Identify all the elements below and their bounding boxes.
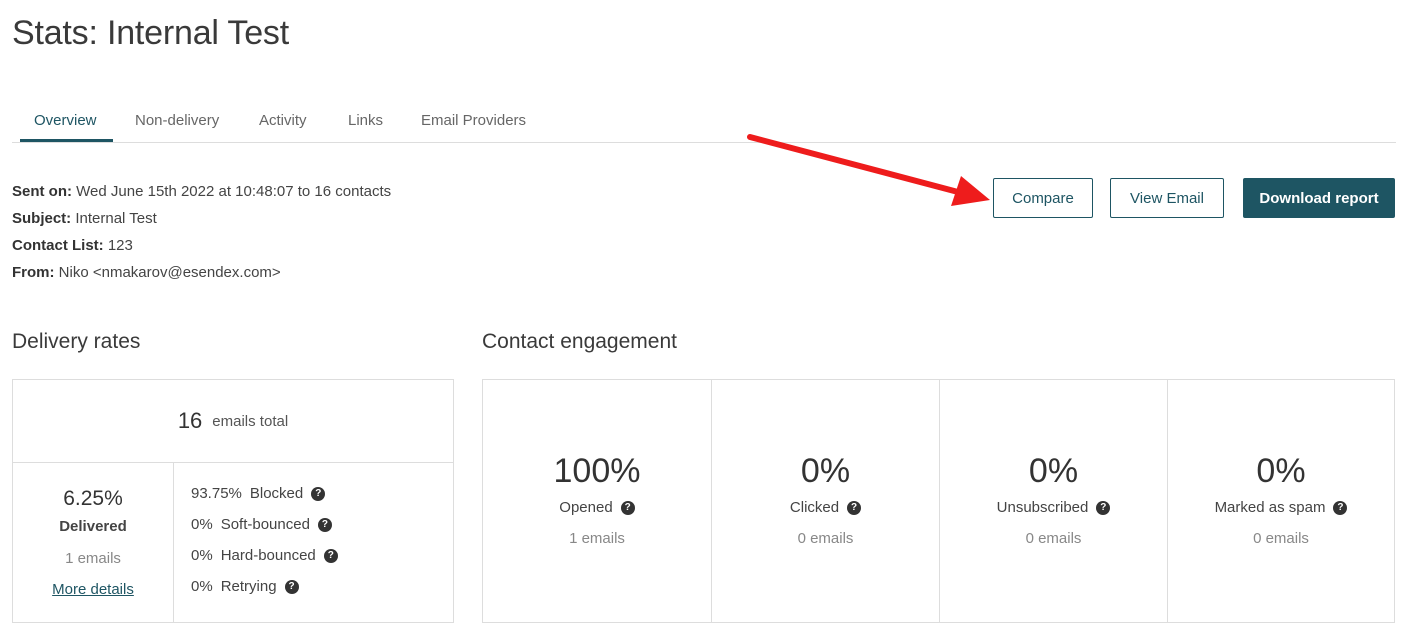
question-circle-icon[interactable]: ? [1096,500,1111,515]
clicked-label: Clicked [789,499,840,516]
unsubscribed-count: 0 emails [1025,530,1082,547]
question-circle-icon[interactable]: ? [620,500,635,515]
spam-label: Marked as spam [1214,499,1326,516]
question-circle-icon[interactable]: ? [847,500,862,515]
tab-email-providers[interactable]: Email Providers [419,112,528,129]
sent-on-label: Sent on: [12,183,72,200]
spam-percentage: 0% [1256,452,1306,490]
emails-total-label: emails total [212,412,289,430]
from-row: From: Niko <nmakarov@esendex.com> [12,262,391,289]
emails-total: 16 emails total [13,380,453,463]
subject-label: Subject: [12,210,72,227]
question-circle-icon[interactable]: ? [311,486,326,501]
breakdown-value: 0% [191,515,213,533]
clicked-percentage: 0% [800,452,851,490]
opened-label-row: Opened ? [483,499,711,516]
contact-list-label: Contact List: [12,237,104,254]
emails-total-value: 16 [177,408,203,433]
download-report-button[interactable]: Download report [1243,178,1395,218]
breakdown-label: Hard-bounced [220,546,316,564]
contact-list-row: Contact List: 123 [12,235,391,262]
breakdown-value: 0% [191,546,213,564]
contact-engagement-card: 100% Opened ? 1 emails 0% Clicked ? 0 em… [482,379,1395,623]
breakdown-row-hard-bounced: 0% Hard-bounced ? [191,540,338,571]
engagement-clicked: 0% Clicked ? 0 emails [711,380,939,622]
sent-on-row: Sent on: Wed June 15th 2022 at 10:48:07 … [12,181,391,208]
opened-count: 1 emails [569,530,625,547]
tab-activity[interactable]: Activity [257,112,309,129]
delivered-summary: 6.25% Delivered 1 emails More details [13,463,174,623]
tab-overview[interactable]: Overview [32,112,99,129]
question-circle-icon[interactable]: ? [317,517,332,532]
spam-count: 0 emails [1253,530,1309,547]
engagement-opened: 100% Opened ? 1 emails [483,380,711,622]
stats-tabs: Overview Non-delivery Activity Links Ema… [12,100,1396,143]
unsubscribed-label-row: Unsubscribed ? [940,499,1167,516]
unsubscribed-label: Unsubscribed [996,499,1089,516]
opened-label: Opened [559,499,613,516]
non-delivery-breakdown: 93.75% Blocked ? 0% Soft-bounced ? 0% Ha… [191,478,338,602]
spam-label-row: Marked as spam ? [1168,499,1394,516]
tab-links[interactable]: Links [346,112,385,129]
opened-percentage: 100% [553,452,641,490]
delivered-count: 1 emails [65,550,121,567]
breakdown-label: Soft-bounced [220,515,310,533]
breakdown-label: Blocked [249,484,304,502]
clicked-label-row: Clicked ? [712,499,939,516]
breakdown-label: Retrying [220,577,277,595]
engagement-unsubscribed: 0% Unsubscribed ? 0 emails [939,380,1167,622]
delivered-percentage: 6.25% [63,487,123,510]
breakdown-row-blocked: 93.75% Blocked ? [191,478,338,509]
campaign-meta: Sent on: Wed June 15th 2022 at 10:48:07 … [12,181,391,289]
breakdown-value: 0% [191,577,213,595]
breakdown-row-retrying: 0% Retrying ? [191,571,338,602]
unsubscribed-percentage: 0% [1028,452,1079,490]
delivery-rates-card: 16 emails total 6.25% Delivered 1 emails… [12,379,454,623]
active-tab-indicator [20,139,113,142]
delivered-label: Delivered [59,518,127,535]
engagement-marked-as-spam: 0% Marked as spam ? 0 emails [1167,380,1394,622]
breakdown-value: 93.75% [191,484,242,502]
question-circle-icon[interactable]: ? [284,579,299,594]
question-circle-icon[interactable]: ? [1333,500,1348,515]
delivery-rates-title: Delivery rates [12,330,141,353]
view-email-button[interactable]: View Email [1110,178,1224,218]
subject-row: Subject: Internal Test [12,208,391,235]
contact-list-value: 123 [107,237,133,254]
from-label: From: [12,264,55,281]
page-title: Stats: Internal Test [12,14,289,52]
tab-non-delivery[interactable]: Non-delivery [133,112,221,129]
breakdown-row-soft-bounced: 0% Soft-bounced ? [191,509,338,540]
sent-on-value: Wed June 15th 2022 at 10:48:07 to 16 con… [76,183,392,200]
subject-value: Internal Test [75,210,157,227]
question-circle-icon[interactable]: ? [323,548,338,563]
from-value: Niko <nmakarov@esendex.com> [58,264,281,281]
contact-engagement-title: Contact engagement [482,330,677,353]
clicked-count: 0 emails [797,530,854,547]
compare-button[interactable]: Compare [993,178,1093,218]
more-details-link[interactable]: More details [13,581,173,598]
